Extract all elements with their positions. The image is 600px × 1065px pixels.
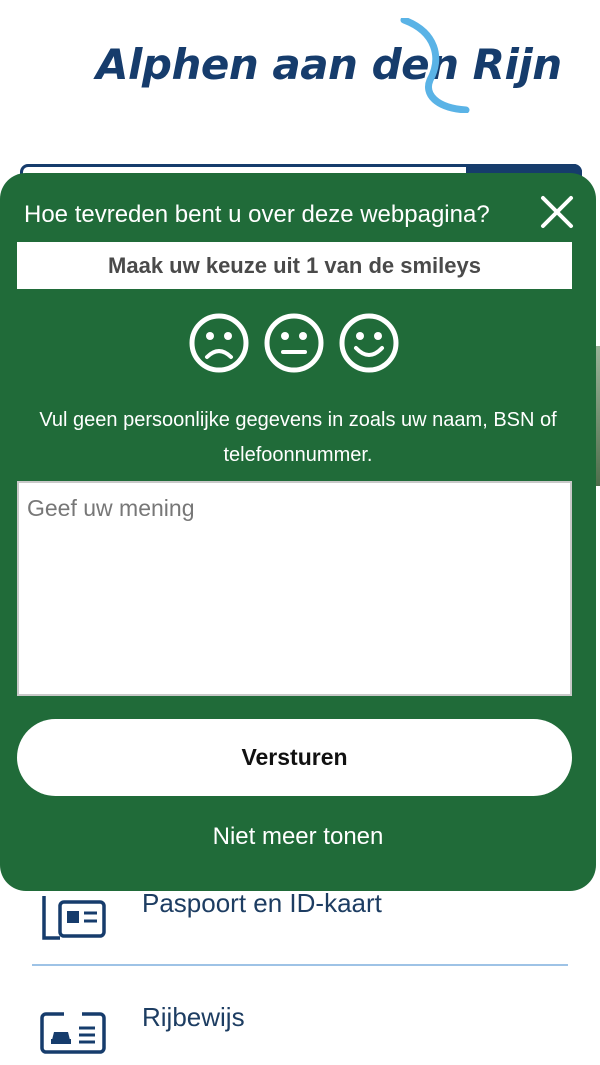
- feedback-dialog: Hoe tevreden bent u over deze webpagina?…: [0, 173, 596, 891]
- close-icon[interactable]: [538, 193, 576, 231]
- submit-button[interactable]: Versturen: [17, 719, 572, 796]
- site-logo[interactable]: Alphen aan den Rijn: [96, 18, 562, 113]
- sad-smiley-icon[interactable]: [188, 312, 250, 374]
- feedback-title: Hoe tevreden bent u over deze webpagina?: [24, 201, 490, 228]
- smiley-instruction: Maak uw keuze uit 1 van de smileys: [17, 242, 572, 289]
- smiley-rating: [186, 312, 406, 374]
- opinion-input[interactable]: [17, 481, 572, 696]
- dont-show-again-link[interactable]: Niet meer tonen: [0, 823, 596, 851]
- happy-smiley-icon[interactable]: [338, 312, 400, 374]
- logo-swoosh-icon: [400, 18, 470, 113]
- neutral-smiley-icon[interactable]: [263, 312, 325, 374]
- service-label: Rijbewijs: [142, 1002, 245, 1032]
- service-label: Paspoort en ID-kaart: [142, 888, 382, 918]
- privacy-note: Vul geen persoonlijke gegevens in zoals …: [39, 409, 557, 466]
- passport-id-card-icon: [42, 896, 106, 940]
- service-item-driving-license[interactable]: Rijbewijs: [32, 966, 568, 1065]
- driving-license-icon: [40, 1011, 106, 1054]
- logo-text: Alphen aan den Rijn: [96, 40, 562, 89]
